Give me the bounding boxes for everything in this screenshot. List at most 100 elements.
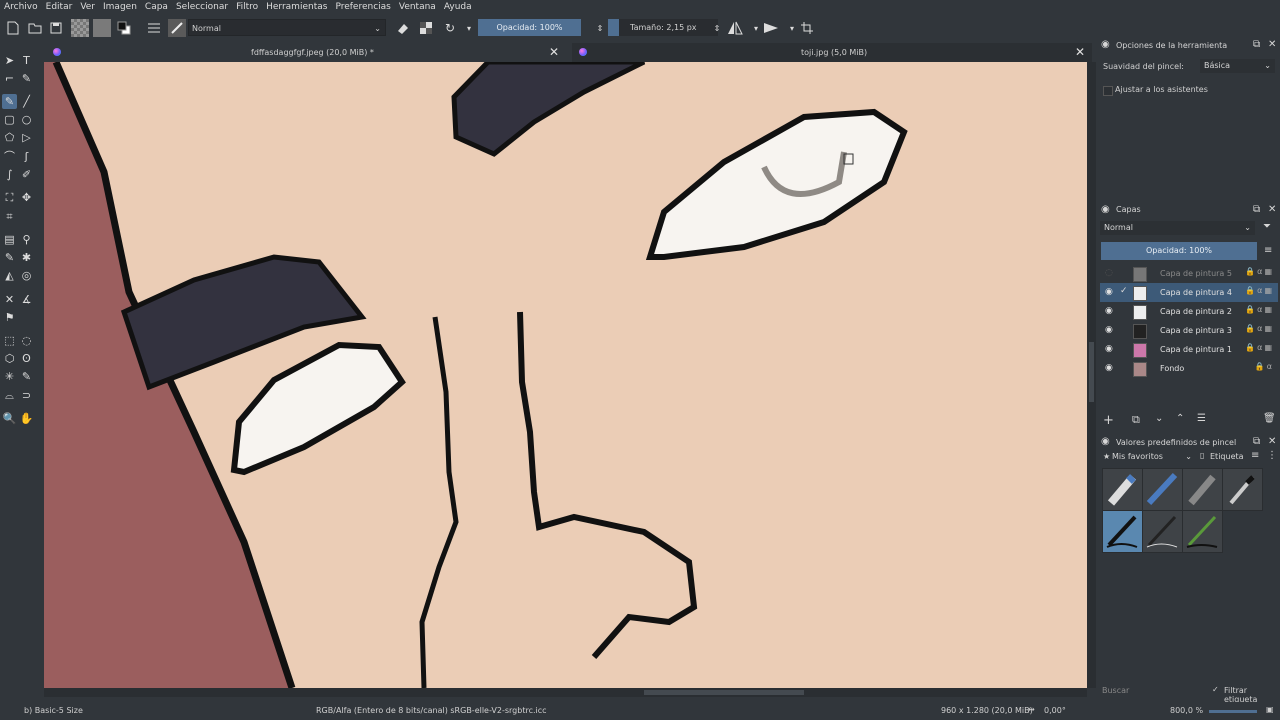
open-folder-icon[interactable] (26, 19, 44, 37)
magnetic-selection-icon[interactable]: ⊃ (19, 388, 34, 403)
vertical-scrollbar-thumb[interactable] (1089, 342, 1094, 402)
close-icon[interactable]: ✕ (1268, 39, 1276, 50)
menu-capa[interactable]: Capa (141, 0, 172, 14)
bezier-tool-icon[interactable]: ⌒ (2, 149, 17, 164)
horizontal-scrollbar[interactable] (44, 688, 1087, 697)
freehand-brush-icon[interactable]: ✎ (2, 94, 17, 109)
tab-document-1[interactable]: fdffasdaggfgf.jpeg (20,0 MiB) * ✕ (44, 43, 570, 62)
eye-icon[interactable]: ◉ (1105, 344, 1115, 354)
layer-lock-alpha-icons[interactable]: 🔒α▦ (1245, 324, 1274, 333)
lock-icon[interactable]: ◉ (1101, 204, 1110, 215)
assistants-checkbox[interactable] (1103, 86, 1113, 96)
layer-blend-dropdown[interactable]: Normal ⌄ (1100, 221, 1255, 235)
size-slider[interactable]: Tamaño: 2,15 px (608, 19, 718, 36)
colorize-mask-icon[interactable]: ✎ (2, 250, 17, 265)
save-icon[interactable] (47, 19, 65, 37)
tab-document-2[interactable]: toji.jpg (5,0 MiB) ✕ (572, 43, 1092, 62)
layer-row[interactable]: ◉ Capa de pintura 2 🔒α▦ (1100, 302, 1278, 321)
mirror-vertical-icon[interactable] (762, 19, 780, 37)
drawing-canvas[interactable] (44, 62, 1087, 688)
layer-lock-alpha-icons[interactable]: 🔒α▦ (1245, 267, 1274, 276)
move-up-icon[interactable]: ⌃ (1176, 413, 1184, 424)
line-tool-icon[interactable]: ╱ (19, 94, 34, 109)
polyline-tool-icon[interactable]: ▷ (19, 130, 34, 145)
zoom-slider[interactable] (1209, 710, 1257, 713)
menu-ver[interactable]: Ver (76, 0, 99, 14)
gradient-tool-icon[interactable]: ▤ (2, 232, 17, 247)
new-document-icon[interactable] (4, 19, 22, 37)
zoom-reset-icon[interactable]: ▣ (1266, 705, 1274, 714)
rectangle-tool-icon[interactable]: ▢ (2, 112, 17, 127)
options-icon[interactable]: ⋮ (1267, 450, 1277, 461)
move-down-icon[interactable]: ⌄ (1155, 413, 1163, 424)
eye-icon[interactable]: ◉ (1105, 306, 1115, 316)
menu-seleccionar[interactable]: Seleccionar (172, 0, 232, 14)
layer-row[interactable]: ◉ Fondo 🔒α (1100, 359, 1278, 378)
vertical-scrollbar[interactable] (1087, 62, 1096, 688)
fill-tool-icon[interactable]: ◭ (2, 268, 17, 283)
layer-lock-alpha-icons[interactable]: 🔒α▦ (1245, 305, 1274, 314)
menu-filtro[interactable]: Filtro (232, 0, 262, 14)
crop-tool-icon[interactable]: ⌗ (2, 209, 17, 224)
ellipse-tool-icon[interactable]: ○ (19, 112, 34, 127)
foreground-background-color-icon[interactable] (115, 19, 133, 37)
float-panel-icon[interactable]: ⧉ (1253, 436, 1260, 447)
pan-tool-icon[interactable]: ✋ (19, 411, 34, 426)
gradient-swatch[interactable] (71, 19, 89, 37)
close-icon[interactable]: ✕ (1268, 436, 1276, 447)
wrap-around-icon[interactable] (798, 19, 816, 37)
lock-icon[interactable]: ◉ (1101, 39, 1110, 50)
opacity-slider[interactable]: Opacidad: 100% (478, 19, 581, 36)
polygon-tool-icon[interactable]: ⬠ (2, 130, 17, 145)
reload-preset-icon[interactable]: ↻ (441, 19, 459, 37)
layer-row[interactable]: ◌ Capa de pintura 5 🔒α▦ (1100, 264, 1278, 283)
brush-settings-icon[interactable] (145, 19, 163, 37)
smart-patch-icon[interactable]: ✱ (19, 250, 34, 265)
assistant-tool-icon[interactable]: ✕ (2, 292, 17, 307)
close-icon[interactable]: ✕ (1268, 204, 1276, 215)
float-panel-icon[interactable]: ⧉ (1253, 204, 1260, 215)
move-tool-icon[interactable]: ✥ (19, 190, 34, 205)
pattern-swatch[interactable] (93, 19, 111, 37)
brush-preset-pencil-blue[interactable] (1142, 468, 1183, 511)
list-view-icon[interactable]: ≡ (1251, 450, 1259, 461)
select-shapes-icon[interactable]: ➤ (2, 53, 17, 68)
similar-selection-icon[interactable]: ✎ (19, 369, 34, 384)
close-icon[interactable]: ✕ (549, 43, 559, 62)
brush-preset-ink-active[interactable] (1102, 510, 1143, 553)
enclose-fill-icon[interactable]: ◎ (19, 268, 34, 283)
eye-icon[interactable]: ◉ (1105, 363, 1115, 373)
brush-preset-eraser[interactable] (1102, 468, 1143, 511)
close-icon[interactable]: ✕ (1075, 43, 1085, 62)
menu-ayuda[interactable]: Ayuda (440, 0, 476, 14)
menu-preferencias[interactable]: Preferencias (331, 0, 394, 14)
lock-icon[interactable]: ◉ (1101, 436, 1110, 447)
tag-button[interactable]: Etiqueta (1210, 452, 1244, 461)
mirror-horizontal-icon[interactable] (726, 19, 744, 37)
menu-archivo[interactable]: Archivo (0, 0, 42, 14)
brush-search-input[interactable]: Buscar (1102, 686, 1129, 695)
brush-preset-ink-pen[interactable] (1142, 510, 1183, 553)
measure-tool-icon[interactable]: ∡ (19, 292, 34, 307)
dynamic-brush-icon[interactable]: ∫ (2, 167, 17, 182)
calligraphy-icon[interactable]: ✎ (19, 71, 34, 86)
zoom-tool-icon[interactable]: 🔍 (2, 411, 17, 426)
smoothing-dropdown[interactable]: Básica ⌄ (1200, 59, 1275, 73)
blend-mode-dropdown[interactable]: Normal ⌄ (188, 19, 386, 36)
float-panel-icon[interactable]: ⧉ (1253, 39, 1260, 50)
edit-shapes-icon[interactable]: ⌐ (2, 71, 17, 86)
multibrush-icon[interactable]: ✐ (19, 167, 34, 182)
layer-opacity-slider[interactable]: Opacidad: 100% (1101, 242, 1257, 260)
eraser-icon[interactable] (393, 19, 411, 37)
chevron-down-icon[interactable]: ▾ (460, 19, 478, 37)
contiguous-selection-icon[interactable]: ✳ (2, 369, 17, 384)
transform-tool-icon[interactable]: ⛶ (2, 190, 17, 205)
layer-lock-alpha-icons[interactable]: 🔒α▦ (1245, 286, 1274, 295)
eye-icon[interactable]: ◉ (1105, 287, 1115, 297)
delete-layer-icon[interactable]: 🗑 (1263, 413, 1276, 424)
opacity-stepper[interactable]: ⇕ (591, 19, 609, 37)
freehand-selection-icon[interactable]: ʘ (19, 351, 34, 366)
polygonal-selection-icon[interactable]: ⬡ (2, 351, 17, 366)
duplicate-layer-icon[interactable]: ⧉ (1132, 413, 1140, 427)
layer-properties-icon[interactable]: ☰ (1197, 413, 1206, 424)
